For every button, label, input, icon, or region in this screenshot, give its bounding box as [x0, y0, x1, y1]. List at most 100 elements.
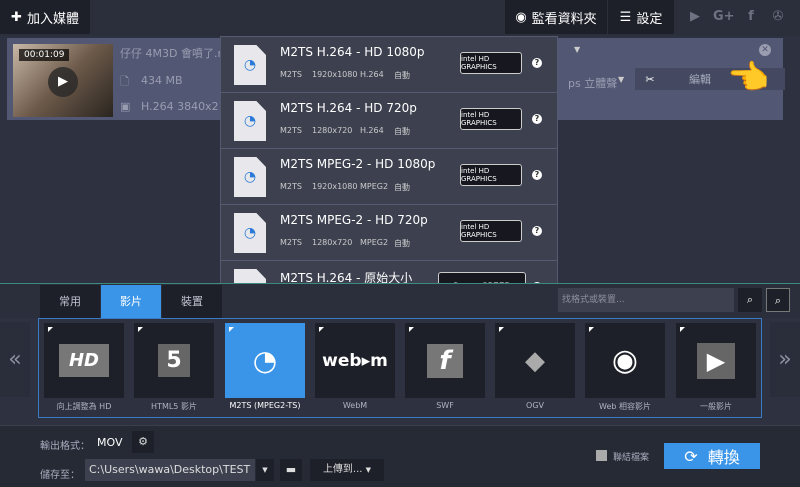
bluray-file-icon: ◔: [234, 157, 266, 197]
save-path-input[interactable]: C:\Users\wawa\Desktop\TEST: [85, 459, 255, 481]
join-files-checkbox[interactable]: [596, 450, 607, 461]
help-icon[interactable]: ?: [532, 170, 542, 180]
preset-meta: H.264: [360, 70, 384, 79]
format-tile[interactable]: ◉: [585, 323, 665, 398]
duration: 00:01:09: [19, 49, 70, 61]
chevron-down-icon[interactable]: ▼: [256, 459, 274, 481]
video-thumbnail[interactable]: 00:01:09 ▶: [13, 44, 113, 117]
film-reel-icon[interactable]: ✇: [770, 9, 786, 25]
preset-meta: M2TS: [280, 126, 302, 135]
preset-meta: 1280x720: [312, 126, 353, 135]
intel-hd-badge: intel HD GRAPHICS: [460, 220, 522, 242]
preset-meta: M2TS: [280, 238, 302, 247]
settings-button[interactable]: ☰ 設定: [608, 0, 674, 34]
format-tile[interactable]: f: [405, 323, 485, 398]
output-format-label: 輸出格式：: [40, 441, 90, 452]
tab-common[interactable]: 常用: [40, 285, 100, 319]
format-label: SWF: [436, 401, 454, 410]
chevron-down-icon[interactable]: ▼: [618, 75, 624, 84]
format-search-input[interactable]: 找格式或裝置...: [558, 288, 734, 312]
pointing-hand-icon: 👈: [727, 58, 770, 98]
format-label: WebM: [342, 401, 368, 410]
html5-format-icon: 5: [158, 344, 190, 377]
format-label: Web 相容影片: [599, 402, 651, 411]
preset-item[interactable]: ◔ M2TS H.264 - HD 1080p M2TS 1920x1080 H.2…: [221, 37, 557, 93]
google-plus-icon[interactable]: G+: [713, 9, 735, 25]
bluray-file-icon: ◔: [234, 213, 266, 253]
menu-icon: ☰: [619, 9, 632, 25]
close-icon[interactable]: ✕: [759, 44, 771, 56]
detect-device-icon[interactable]: ⌕: [766, 288, 790, 312]
webcam-format-icon: ◉: [611, 343, 639, 378]
help-icon[interactable]: ?: [532, 226, 542, 236]
tab-video[interactable]: 影片: [101, 285, 161, 319]
preset-item[interactable]: ◔ M2TS H.264 - HD 720p M2TS 1280x720 H.264…: [221, 93, 557, 149]
search-icon[interactable]: ⌕: [738, 288, 762, 312]
preset-meta: 1920x1080: [312, 182, 358, 191]
preset-title: M2TS MPEG-2 - HD 720p: [280, 213, 428, 227]
youtube-icon[interactable]: ▶: [687, 9, 703, 25]
format-label: 一般影片: [700, 402, 732, 411]
format-label: 向上調整為 HD: [56, 402, 112, 411]
preset-meta-row: M2TS 1280x720 MPEG2 自動: [280, 238, 414, 249]
intel-hd-badge: intel HD GRAPHICS: [460, 164, 522, 186]
video-info: H.264 3840x21: [141, 100, 226, 113]
preset-meta: 自動: [394, 71, 410, 80]
preset-title: M2TS MPEG-2 - HD 1080p: [280, 157, 436, 171]
upload-button[interactable]: 上傳到... ▼: [310, 459, 384, 481]
folder-icon[interactable]: ▬: [280, 459, 302, 481]
preset-title: M2TS H.264 - HD 1080p: [280, 45, 425, 59]
convert-button[interactable]: ⟳ 轉換: [664, 443, 760, 469]
preset-item[interactable]: ◔ M2TS MPEG-2 - HD 1080p M2TS 1920x1080 MP…: [221, 149, 557, 205]
preset-meta: 1280x720: [312, 238, 353, 247]
format-tile[interactable]: 5: [134, 323, 214, 398]
chevron-down-icon[interactable]: ▼: [574, 45, 580, 54]
video-format-icon: ▶: [696, 342, 736, 379]
file-name: 仔仔 4M3D 會噴了.m: [120, 47, 229, 60]
play-icon[interactable]: ▶: [48, 67, 78, 97]
facebook-icon[interactable]: f: [743, 9, 759, 25]
preset-title: M2TS H.264 - HD 720p: [280, 101, 417, 115]
format-tile[interactable]: ◔: [225, 323, 305, 398]
help-icon[interactable]: ?: [532, 114, 542, 124]
output-format-value: MOV: [97, 436, 123, 449]
tab-devices[interactable]: 裝置: [162, 285, 222, 319]
preset-meta: H.264: [360, 126, 384, 135]
preset-dropdown: ◔ M2TS H.264 - HD 1080p M2TS 1920x1080 H.2…: [220, 36, 558, 318]
format-tile[interactable]: web▸m: [315, 323, 395, 398]
file-size: 434 MB: [141, 74, 183, 87]
add-media-button[interactable]: ✚ 加入媒體: [0, 0, 90, 34]
refresh-icon: ⟳: [684, 446, 698, 466]
scroll-left-button[interactable]: «: [0, 322, 30, 397]
preset-meta-row: M2TS 1920x1080 H.264 自動: [280, 70, 414, 81]
preset-meta: M2TS: [280, 70, 302, 79]
bluray-format-icon: ◔: [252, 344, 278, 377]
video-icon: ▣: [120, 100, 131, 113]
format-tile[interactable]: HD: [44, 323, 124, 398]
gear-icon[interactable]: ⚙: [132, 431, 154, 453]
preset-meta: M2TS: [280, 182, 302, 191]
f-format-icon: f: [427, 343, 463, 378]
format-label: M2TS (MPEG2-TS): [229, 401, 301, 410]
format-label: OGV: [526, 401, 544, 410]
top-bar: ✚ 加入媒體 ◉ 監看資料夾 ☰ 設定 ▶ G+ f ✇: [0, 0, 800, 36]
save-to-label: 儲存至：: [40, 470, 80, 481]
watch-folder-button[interactable]: ◉ 監看資料夾: [505, 0, 607, 34]
sd-hd-format-icon: HD: [58, 344, 109, 377]
preset-meta: MPEG2: [360, 238, 389, 247]
preset-meta-row: M2TS 1920x1080 MPEG2 自動: [280, 182, 414, 193]
format-tile[interactable]: ▶: [676, 323, 756, 398]
intel-hd-badge: intel HD GRAPHICS: [460, 52, 522, 74]
help-icon[interactable]: ?: [532, 58, 542, 68]
preset-meta: 1920x1080: [312, 70, 358, 79]
preset-meta: 自動: [394, 183, 410, 192]
webm-format-icon: web▸m: [322, 350, 388, 371]
scroll-right-button[interactable]: »: [770, 322, 800, 397]
preset-item[interactable]: ◔ M2TS MPEG-2 - HD 720p M2TS 1280x720 MPEG…: [221, 205, 557, 261]
preset-meta: 自動: [394, 127, 410, 136]
format-tile[interactable]: ◆: [495, 323, 575, 398]
bluray-file-icon: ◔: [234, 101, 266, 141]
file-icon: 🗋: [120, 75, 129, 88]
audio-info[interactable]: ps 立體聲: [568, 75, 617, 91]
plus-icon: ✚: [11, 9, 22, 25]
